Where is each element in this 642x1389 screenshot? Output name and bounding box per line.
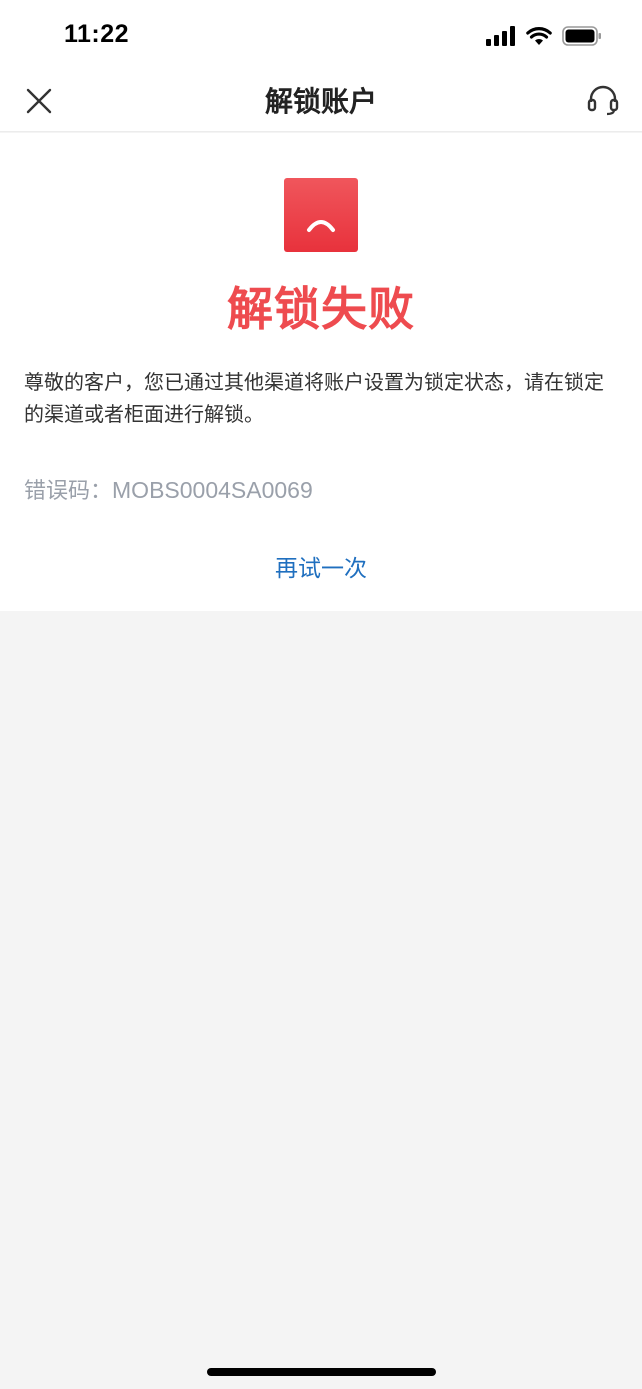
status-icons xyxy=(486,25,602,47)
unlock-result-screen: 11:22 解锁账户 解锁失败 尊敬的客户，您已通过其他渠道将账户设置为锁定状态… xyxy=(0,0,642,1389)
page-title: 解锁账户 xyxy=(264,85,377,118)
headset-support-icon xyxy=(587,85,619,116)
wifi-icon xyxy=(526,27,552,45)
status-bar: 11:22 xyxy=(0,0,642,70)
result-description: 尊敬的客户，您已通过其他渠道将账户设置为锁定状态，请在锁定的渠道或者柜面进行解锁… xyxy=(24,370,604,426)
error-code-label: 错误码： xyxy=(24,479,113,504)
error-code: 错误码：MOBS0004SA0069 xyxy=(24,473,313,505)
retry-button[interactable]: 再试一次 xyxy=(0,549,642,583)
cellular-signal-icon xyxy=(486,26,515,46)
result-card: 解锁失败 尊敬的客户，您已通过其他渠道将账户设置为锁定状态，请在锁定的渠道或者柜… xyxy=(0,133,642,611)
sad-face-icon xyxy=(284,178,358,252)
result-title: 解锁失败 xyxy=(227,282,415,336)
customer-service-button[interactable] xyxy=(586,83,620,117)
status-time: 11:22 xyxy=(64,20,130,48)
navigation-bar: 解锁账户 xyxy=(0,70,642,132)
home-indicator[interactable] xyxy=(207,1368,436,1376)
error-code-value: MOBS0004SA0069 xyxy=(112,477,313,503)
battery-icon xyxy=(562,26,601,46)
